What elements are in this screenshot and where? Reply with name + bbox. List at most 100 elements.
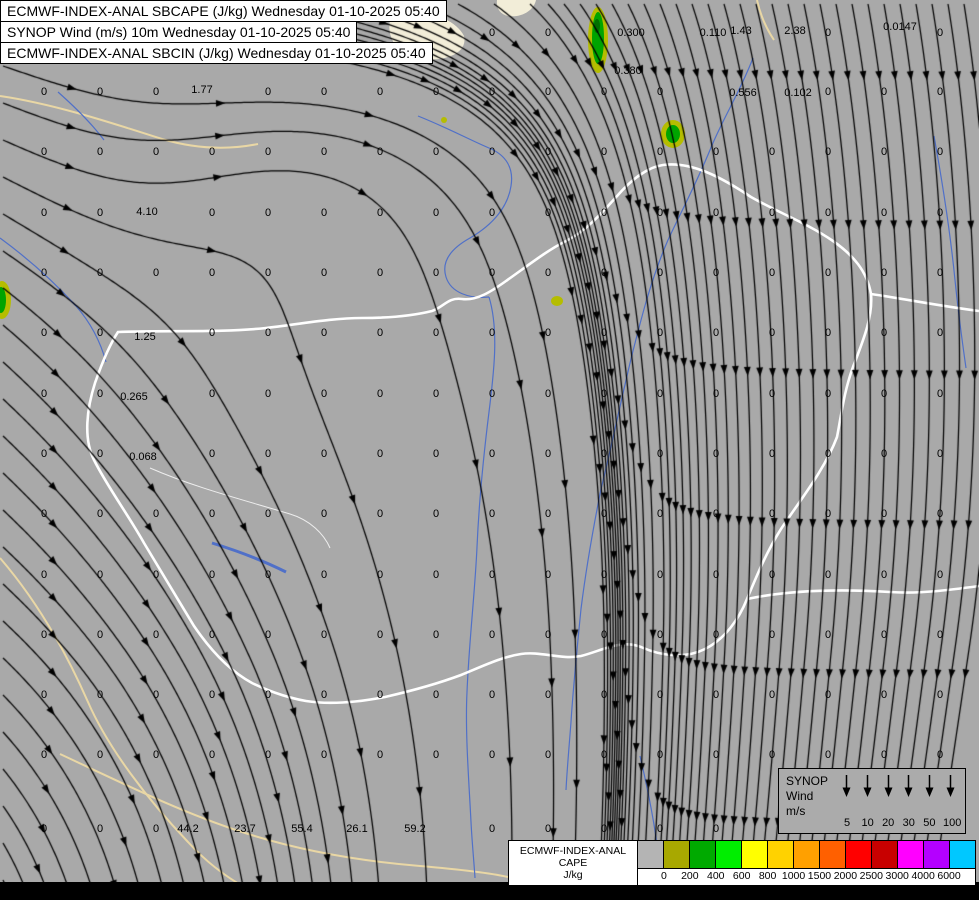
map-value-label: 0 — [824, 388, 832, 400]
map-value-label: 0 — [936, 86, 944, 98]
map-value-label: 0 — [40, 448, 48, 460]
map-value-label: 0 — [600, 448, 608, 460]
map-value-label: 0 — [208, 448, 216, 460]
map-value-label: 0 — [712, 388, 720, 400]
wind-arrow-down-icon — [904, 775, 913, 797]
map-value-label: 0 — [712, 823, 720, 835]
map-value-label: 0 — [544, 267, 552, 279]
map-value-label: 0 — [600, 388, 608, 400]
map-value-label: 0 — [96, 749, 104, 761]
map-value-label: 0 — [40, 207, 48, 219]
map-value-label: 0 — [320, 267, 328, 279]
map-value-label: 0 — [768, 207, 776, 219]
map-value-label: 0 — [264, 689, 272, 701]
map-value-label: 0 — [320, 749, 328, 761]
map-value-label: 0 — [208, 207, 216, 219]
map-value-label: 0 — [880, 629, 888, 641]
map-value-label: 0 — [208, 569, 216, 581]
map-value-label: 0 — [656, 749, 664, 761]
map-value-label: 0 — [320, 508, 328, 520]
map-value-label: 0 — [320, 146, 328, 158]
map-value-label: 0 — [768, 689, 776, 701]
cape-threshold-label: 2500 — [859, 870, 883, 882]
map-value-label: 0 — [488, 508, 496, 520]
map-value-label: 0 — [488, 823, 496, 835]
map-value-label: 0 — [376, 629, 384, 641]
map-value-label: 0 — [824, 689, 832, 701]
map-value-label: 0 — [432, 569, 440, 581]
map-value-label: 4.10 — [136, 206, 158, 218]
map-value-label: 0 — [712, 267, 720, 279]
map-value-label: 0 — [208, 327, 216, 339]
map-value-label: 0 — [656, 327, 664, 339]
map-value-label: 0 — [376, 86, 384, 98]
map-value-label: 0 — [40, 86, 48, 98]
wind-speed-label: 30 — [902, 817, 915, 829]
map-value-label: 0 — [656, 508, 664, 520]
map-value-label: 0 — [152, 146, 160, 158]
map-value-label: 0 — [208, 267, 216, 279]
map-value-label: 0 — [544, 749, 552, 761]
map-value-label: 0 — [488, 388, 496, 400]
map-value-label: 0 — [208, 749, 216, 761]
wind-arrow-down-icon — [842, 775, 851, 797]
map-value-label: 0 — [600, 86, 608, 98]
map-value-label: 0 — [376, 207, 384, 219]
map-value-label: 0 — [656, 267, 664, 279]
map-value-label: 0 — [376, 267, 384, 279]
map-value-label: 55.4 — [291, 823, 313, 835]
map-value-label: 0.068 — [129, 451, 157, 463]
map-value-label: 59.2 — [404, 823, 426, 835]
map-value-label: 0 — [432, 146, 440, 158]
map-value-label: 0 — [40, 629, 48, 641]
map-value-label: 23.7 — [234, 823, 256, 835]
title-sbcin: ECMWF-INDEX-ANAL SBCIN (J/kg) Wednesday … — [0, 42, 433, 64]
map-value-label: 0 — [264, 508, 272, 520]
map-value-label: 0 — [488, 749, 496, 761]
cape-swatch — [793, 841, 819, 868]
map-value-label: 0 — [152, 569, 160, 581]
map-value-label: 0 — [544, 823, 552, 835]
map-value-label: 0 — [544, 689, 552, 701]
map-value-label: 0 — [600, 823, 608, 835]
map-value-label: 0 — [880, 689, 888, 701]
map-value-label: 0 — [880, 448, 888, 460]
wind-speed-row: 5 10 20 30 50 100 — [840, 817, 961, 829]
map-value-label: 0 — [264, 267, 272, 279]
cape-swatch — [767, 841, 793, 868]
wind-legend-units: m/s — [786, 804, 806, 818]
weather-map-viewport: 0 0 0 0 0 0 0 0 0 0 0 0 0 0 0 0 0 0 0 0 0 0 0 0 0 0 0 0 0 0 0 0 0 0 0 0 0 0 0 0… — [0, 0, 979, 900]
title-synop-wind: SYNOP Wind (m/s) 10m Wednesday 01-10-202… — [0, 21, 358, 43]
map-value-label: 0 — [152, 749, 160, 761]
map-value-label: 0 — [880, 267, 888, 279]
map-value-label: 0 — [432, 327, 440, 339]
map-value-label: 0 — [600, 327, 608, 339]
map-value-label: 44.2 — [177, 823, 199, 835]
map-value-label: 0 — [768, 388, 776, 400]
map-value-label: 0 — [488, 327, 496, 339]
wind-legend-title: SYNOP — [786, 774, 829, 788]
map-value-label: 0 — [656, 689, 664, 701]
map-value-label: 0 — [488, 689, 496, 701]
map-value-label: 0 — [880, 327, 888, 339]
map-value-label: 2.38 — [784, 25, 806, 37]
wind-legend-subtitle: Wind — [786, 789, 814, 803]
cape-swatch — [741, 841, 767, 868]
cape-threshold-label: 2000 — [833, 870, 858, 882]
map-value-label: 0 — [96, 327, 104, 339]
map-value-label: 0.265 — [120, 391, 148, 403]
map-value-label: 0 — [208, 388, 216, 400]
map-value-label: 0 — [768, 508, 776, 520]
map-value-label: 0 — [936, 388, 944, 400]
map-value-labels: 0 0 0 0 0 0 0 0 0 0 0 0 0 0 0 0 0 0 0 0 0 0 0 0 0 0 0 0 0 0 0 0 0 0 0 0 0 0 0 0… — [0, 0, 979, 900]
map-value-label: 0 — [656, 448, 664, 460]
map-value-label: 0 — [96, 146, 104, 158]
map-value-label: 0 — [824, 207, 832, 219]
map-value-label: 0 — [264, 327, 272, 339]
map-value-label: 0 — [600, 749, 608, 761]
map-value-label: 0 — [600, 689, 608, 701]
map-value-label: 0 — [824, 267, 832, 279]
map-value-label: 0 — [40, 146, 48, 158]
title-sbcape: ECMWF-INDEX-ANAL SBCAPE (J/kg) Wednesday… — [0, 0, 447, 22]
map-value-label: 0 — [96, 207, 104, 219]
